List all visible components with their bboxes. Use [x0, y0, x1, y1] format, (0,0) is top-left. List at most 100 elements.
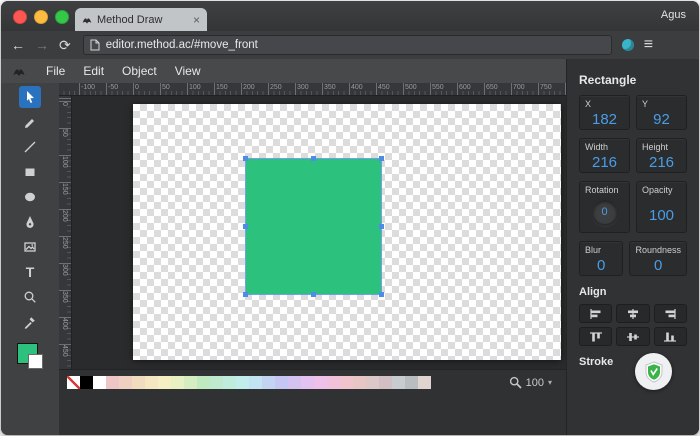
- field-y[interactable]: Y 92: [636, 95, 687, 130]
- palette-swatch[interactable]: [366, 376, 379, 389]
- fullscreen-window-button[interactable]: [55, 10, 69, 24]
- url-text[interactable]: editor.method.ac/#move_front: [106, 39, 258, 51]
- palette-swatch[interactable]: [119, 376, 132, 389]
- eyedropper-tool[interactable]: [19, 311, 41, 333]
- pencil-icon: [23, 115, 37, 129]
- field-opacity-value[interactable]: 100: [642, 207, 681, 224]
- select-tool[interactable]: [19, 86, 41, 108]
- palette-swatch[interactable]: [171, 376, 184, 389]
- palette-swatch[interactable]: [405, 376, 418, 389]
- browser-menu-icon[interactable]: ≡: [644, 37, 653, 53]
- palette-swatch[interactable]: [301, 376, 314, 389]
- extension-icon[interactable]: [622, 39, 634, 51]
- zoom-caret-icon[interactable]: ▾: [548, 378, 552, 387]
- rectangle-tool[interactable]: [19, 161, 41, 183]
- palette-swatch[interactable]: [197, 376, 210, 389]
- palette-swatch[interactable]: [275, 376, 288, 389]
- rectangle-shape[interactable]: [246, 159, 381, 294]
- close-window-button[interactable]: [13, 10, 27, 24]
- menu-item-file[interactable]: File: [37, 60, 74, 82]
- align-center-button[interactable]: [616, 304, 649, 323]
- canvas-area[interactable]: [72, 96, 566, 369]
- shape-library-tool[interactable]: [19, 236, 41, 258]
- reload-button[interactable]: ⟳: [59, 38, 71, 52]
- field-blur-value[interactable]: 0: [585, 257, 617, 274]
- field-x-value[interactable]: 182: [585, 111, 624, 128]
- palette-swatch[interactable]: [392, 376, 405, 389]
- line-tool[interactable]: [19, 136, 41, 158]
- url-bar[interactable]: editor.method.ac/#move_front: [83, 35, 612, 55]
- field-blur[interactable]: Blur 0: [579, 241, 623, 276]
- forward-button[interactable]: →: [35, 38, 49, 52]
- palette-swatch[interactable]: [236, 376, 249, 389]
- zoom-control[interactable]: 100 ▾: [509, 376, 552, 389]
- method-draw-logo-icon[interactable]: [11, 65, 27, 78]
- field-opacity[interactable]: Opacity 100: [636, 181, 687, 233]
- align-top-button[interactable]: [579, 327, 612, 346]
- pen-nib-icon: [23, 215, 37, 229]
- field-width[interactable]: Width 216: [579, 138, 630, 173]
- menu-item-object[interactable]: Object: [113, 60, 166, 82]
- zoom-value[interactable]: 100: [526, 377, 544, 389]
- align-bottom-button[interactable]: [654, 327, 687, 346]
- path-tool[interactable]: [19, 211, 41, 233]
- palette-swatch[interactable]: [418, 376, 431, 389]
- selection-handle-n[interactable]: [311, 156, 316, 161]
- palette-swatch[interactable]: [288, 376, 301, 389]
- field-height[interactable]: Height 216: [636, 138, 687, 173]
- text-tool[interactable]: T: [19, 261, 41, 283]
- field-y-value[interactable]: 92: [642, 111, 681, 128]
- field-x[interactable]: X 182: [579, 95, 630, 130]
- palette-swatch[interactable]: [80, 376, 93, 389]
- field-height-label: Height: [642, 142, 681, 152]
- field-roundness-value[interactable]: 0: [635, 257, 681, 274]
- palette-swatch[interactable]: [262, 376, 275, 389]
- minimize-window-button[interactable]: [34, 10, 48, 24]
- browser-titlebar: Method Draw × Agus: [1, 1, 699, 31]
- field-rotation[interactable]: Rotation 0: [579, 181, 630, 233]
- selection-handle-se[interactable]: [379, 292, 384, 297]
- palette-swatch[interactable]: [145, 376, 158, 389]
- palette-swatch[interactable]: [93, 376, 106, 389]
- field-height-value[interactable]: 216: [642, 154, 681, 171]
- profile-label[interactable]: Agus: [661, 9, 686, 21]
- stroke-color-swatch[interactable]: [28, 354, 43, 369]
- tab-close-icon[interactable]: ×: [193, 14, 200, 26]
- menu-item-view[interactable]: View: [166, 60, 210, 82]
- selection-handle-s[interactable]: [311, 292, 316, 297]
- palette-swatch[interactable]: [314, 376, 327, 389]
- palette-swatch[interactable]: [353, 376, 366, 389]
- pencil-tool[interactable]: [19, 111, 41, 133]
- palette-swatch[interactable]: [340, 376, 353, 389]
- selection-handle-nw[interactable]: [243, 156, 248, 161]
- palette-swatch[interactable]: [184, 376, 197, 389]
- field-roundness[interactable]: Roundness 0: [629, 241, 687, 276]
- palette-swatch[interactable]: [106, 376, 119, 389]
- menu-item-edit[interactable]: Edit: [74, 60, 113, 82]
- back-button[interactable]: ←: [11, 38, 25, 52]
- selection-handle-sw[interactable]: [243, 292, 248, 297]
- palette-swatch-none[interactable]: [67, 376, 80, 389]
- palette-swatch[interactable]: [158, 376, 171, 389]
- selection-handle-ne[interactable]: [379, 156, 384, 161]
- palette-swatch[interactable]: [223, 376, 236, 389]
- h-ruler-label: 350: [324, 84, 336, 91]
- palette-swatch[interactable]: [132, 376, 145, 389]
- align-middle-button[interactable]: [616, 327, 649, 346]
- field-rotation-value[interactable]: 0: [601, 206, 607, 218]
- zoom-tool[interactable]: [19, 286, 41, 308]
- field-width-value[interactable]: 216: [585, 154, 624, 171]
- ellipse-tool[interactable]: [19, 186, 41, 208]
- palette-swatch[interactable]: [327, 376, 340, 389]
- align-right-button[interactable]: [654, 304, 687, 323]
- palette-swatch[interactable]: [249, 376, 262, 389]
- align-left-button[interactable]: [579, 304, 612, 323]
- palette-swatch[interactable]: [379, 376, 392, 389]
- rotation-knob[interactable]: 0: [591, 198, 619, 226]
- browser-tab[interactable]: Method Draw ×: [75, 8, 207, 31]
- canvas-page[interactable]: [133, 104, 561, 360]
- selection-handle-w[interactable]: [243, 224, 248, 229]
- palette-swatch[interactable]: [210, 376, 223, 389]
- shield-badge[interactable]: [635, 353, 672, 390]
- selection-handle-e[interactable]: [379, 224, 384, 229]
